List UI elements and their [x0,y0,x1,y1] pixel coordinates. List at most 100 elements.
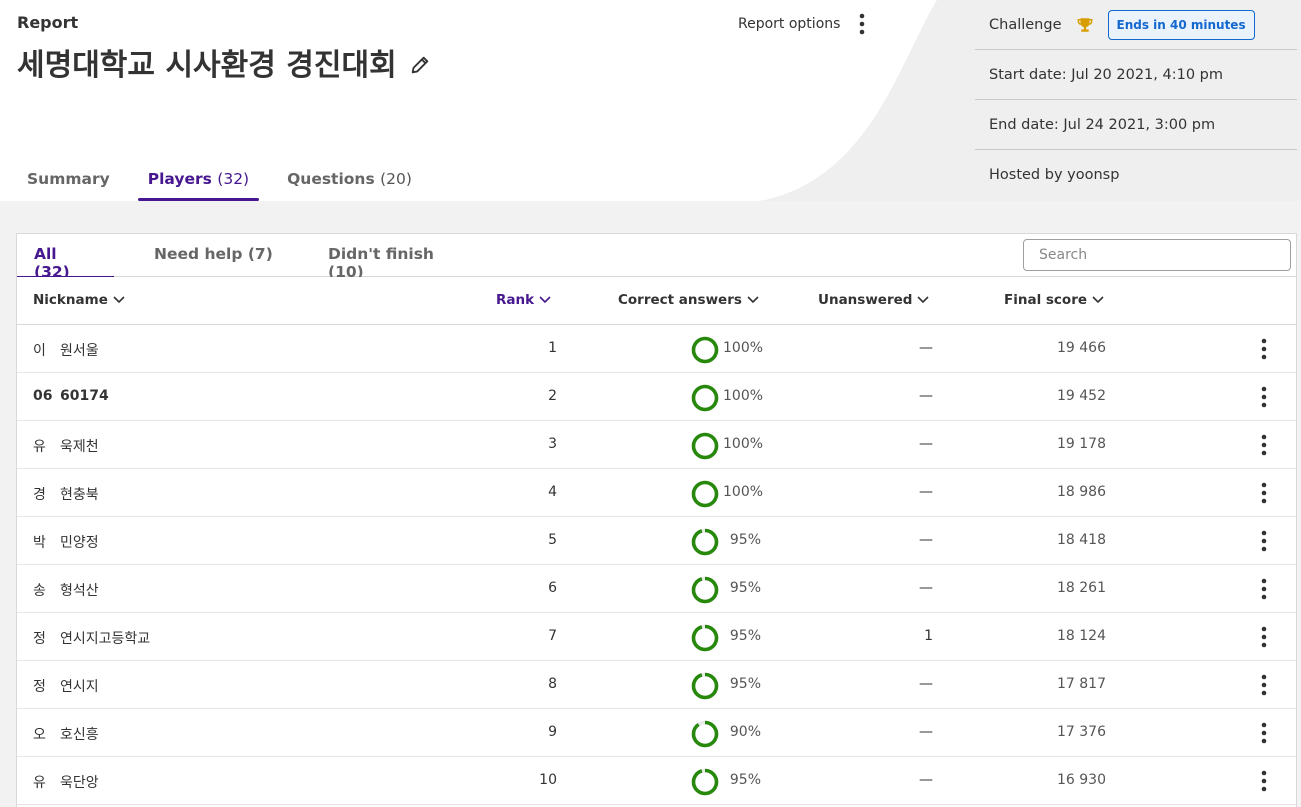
unanswered-value: — [919,388,933,404]
pencil-icon[interactable] [409,54,431,76]
player-nickname: 형석산 [60,583,99,599]
correct-ring-icon [691,672,719,700]
chevron-down-icon [539,296,551,304]
player-rank: 7 [548,628,557,644]
player-first-name: 정 [33,679,46,695]
filter-need-help[interactable]: Need help (7) [114,234,291,277]
final-score-value: 19 452 [1057,388,1106,404]
more-vertical-icon[interactable] [1254,481,1274,505]
filter-tabs: All (32) Need help (7) Didn't finish (10… [17,234,493,281]
correct-ring-icon [691,480,719,508]
table-body: 이 원서울 1 100% — 19 466 06 60174 2 100% — 19 452 유 욱제천 3… [17,325,1296,805]
player-rank: 4 [548,484,557,500]
player-nickname: 60174 [60,388,109,404]
report-tabs: Summary Players (32) Questions (20) [17,158,440,201]
player-nickname: 원서울 [60,343,99,359]
table-row[interactable]: 송 형석산 6 95% — 18 261 [17,565,1296,613]
column-unanswered[interactable]: Unanswered [818,292,930,308]
more-vertical-icon[interactable] [854,12,870,36]
player-first-name: 박 [33,535,46,551]
filter-all[interactable]: All (32) [17,234,114,281]
more-vertical-icon[interactable] [1254,769,1274,793]
correct-percent: 100% [723,436,764,452]
final-score-value: 19 178 [1057,436,1106,452]
final-score-value: 17 817 [1057,676,1106,692]
player-rank: 2 [548,388,557,404]
final-score-value: 18 261 [1057,580,1106,596]
search-input[interactable] [1023,239,1291,271]
column-final-score[interactable]: Final score [1004,292,1104,308]
player-nickname: 연시지 [60,679,99,695]
more-vertical-icon[interactable] [1254,577,1274,601]
column-rank[interactable]: Rank [496,292,551,308]
more-vertical-icon[interactable] [1254,337,1274,361]
column-correct-answers[interactable]: Correct answers [618,292,759,308]
table-row[interactable]: 정 연시지 8 95% — 17 817 [17,661,1296,709]
table-row[interactable]: 유 욱제천 3 100% — 19 178 [17,421,1296,469]
end-date-row: End date: Jul 24 2021, 3:00 pm [975,100,1297,150]
players-table-card: All (32) Need help (7) Didn't finish (10… [16,233,1297,807]
player-nickname: 호신흥 [60,727,99,743]
correct-ring-icon [691,432,719,460]
more-vertical-icon[interactable] [1254,529,1274,553]
correct-percent: 95% [729,676,761,692]
report-label: Report [17,13,79,32]
correct-ring-icon [691,720,719,748]
more-vertical-icon[interactable] [1254,433,1274,457]
unanswered-value: — [919,484,933,500]
tab-players[interactable]: Players (32) [137,158,260,201]
chevron-down-icon [113,296,125,304]
table-row[interactable]: 오 호신흥 9 90% — 17 376 [17,709,1296,757]
more-vertical-icon[interactable] [1254,673,1274,697]
player-first-name: 유 [33,775,46,791]
correct-percent: 95% [729,580,761,596]
more-vertical-icon[interactable] [1254,385,1274,409]
hosted-by-row: Hosted by yoonsp [989,167,1120,183]
unanswered-value: — [919,436,933,452]
start-date-row: Start date: Jul 20 2021, 4:10 pm [975,50,1297,100]
page-title: 세명대학교 시사환경 경진대회 [17,48,397,83]
player-first-name: 송 [33,583,46,599]
correct-percent: 95% [729,532,761,548]
final-score-value: 18 124 [1057,628,1106,644]
table-row[interactable]: 06 60174 2 100% — 19 452 [17,373,1296,421]
unanswered-value: — [919,532,933,548]
tab-summary[interactable]: Summary [17,158,120,201]
player-rank: 3 [548,436,557,452]
correct-ring-icon [691,336,719,364]
player-rank: 1 [548,340,557,356]
table-row[interactable]: 경 현충북 4 100% — 18 986 [17,469,1296,517]
table-row[interactable]: 정 연시지고등학교 7 95% 1 18 124 [17,613,1296,661]
table-header: Nickname Rank Correct answers Unanswered… [17,277,1296,325]
final-score-value: 17 376 [1057,724,1106,740]
correct-percent: 95% [729,628,761,644]
player-rank: 10 [539,772,557,788]
filter-didnt-finish[interactable]: Didn't finish (10) [291,234,491,281]
player-nickname: 욱단앙 [60,775,99,791]
tab-questions[interactable]: Questions (20) [277,158,422,201]
player-nickname: 현충북 [60,487,99,503]
filter-bar: All (32) Need help (7) Didn't finish (10… [17,234,1296,281]
correct-ring-icon [691,384,719,412]
player-rank: 6 [548,580,557,596]
table-row[interactable]: 이 원서울 1 100% — 19 466 [17,325,1296,373]
ends-in-badge[interactable]: Ends in 40 minutes [1107,9,1255,40]
unanswered-value: — [919,724,933,740]
report-options-button[interactable]: Report options [738,12,870,36]
player-first-name: 정 [33,631,46,647]
table-row[interactable]: 박 민양정 5 95% — 18 418 [17,517,1296,565]
unanswered-value: — [919,340,933,356]
correct-ring-icon [691,528,719,556]
correct-percent: 95% [729,772,761,788]
correct-ring-icon [691,576,719,604]
column-nickname[interactable]: Nickname [33,292,125,308]
player-first-name: 이 [33,343,46,359]
final-score-value: 16 930 [1057,772,1106,788]
more-vertical-icon[interactable] [1254,625,1274,649]
correct-percent: 100% [723,340,764,356]
unanswered-value: — [919,676,933,692]
player-nickname: 욱제천 [60,439,99,455]
more-vertical-icon[interactable] [1254,721,1274,745]
challenge-info-panel: Challenge Ends in 40 minutes Start date:… [975,0,1297,200]
table-row[interactable]: 유 욱단앙 10 95% — 16 930 [17,757,1296,805]
